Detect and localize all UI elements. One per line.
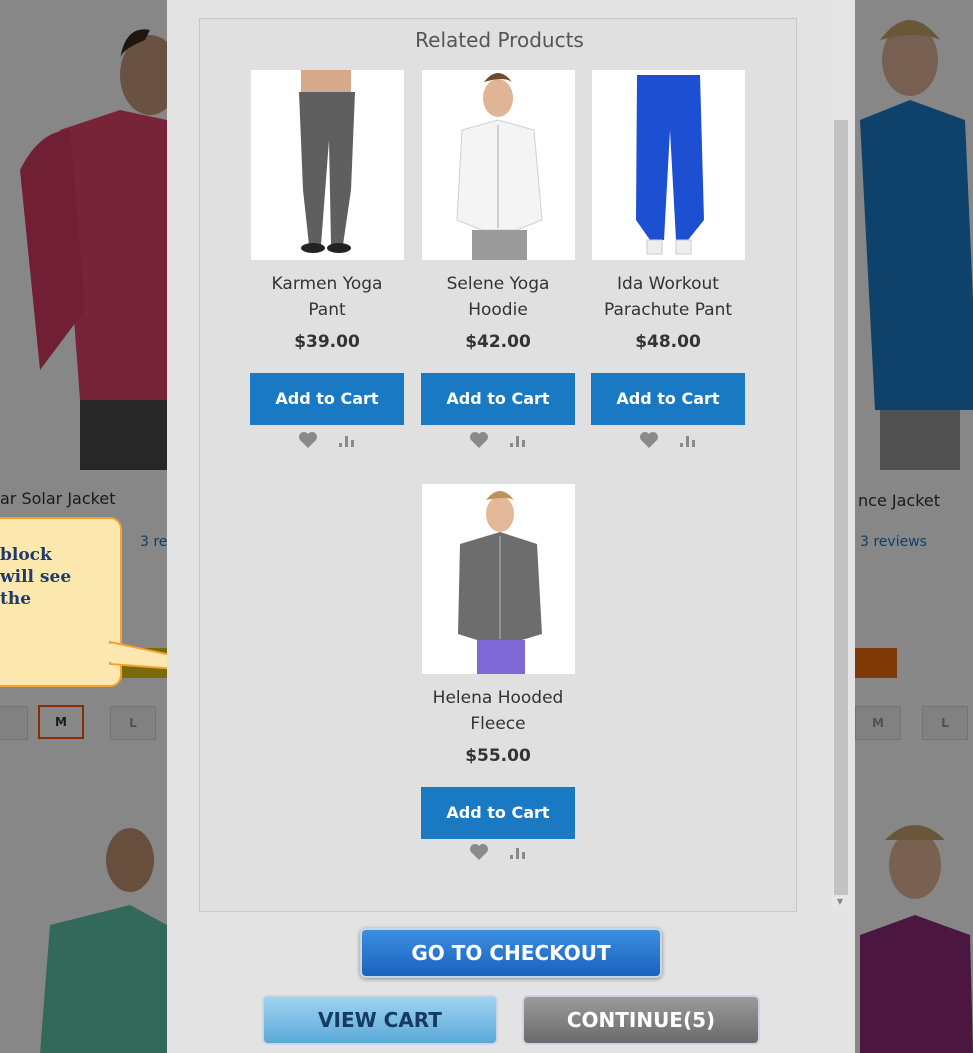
product-image-selene-yoga-hoodie[interactable] <box>421 70 575 260</box>
product-actions <box>421 841 575 863</box>
continue-button[interactable]: CONTINUE(5) <box>522 995 760 1045</box>
add-to-cart-button[interactable]: Add to Cart <box>421 787 575 839</box>
wishlist-heart-icon[interactable] <box>469 843 489 861</box>
product-name-line[interactable]: Selene Yoga <box>421 271 575 297</box>
product-name[interactable]: Karmen Yoga Pant <box>250 271 404 323</box>
wishlist-heart-icon[interactable] <box>469 431 489 449</box>
wishlist-heart-icon[interactable] <box>639 431 659 449</box>
product-price: $55.00 <box>465 746 531 766</box>
callout-text: block will see the <box>0 544 125 610</box>
product-image-helena-hooded-fleece[interactable] <box>421 484 575 674</box>
add-to-cart-popup: ▼ Related Products Karmen Yoga Pant $39.… <box>167 0 855 1053</box>
related-products-title: Related Products <box>415 28 584 52</box>
product-actions <box>250 429 404 451</box>
view-cart-button[interactable]: VIEW CART <box>262 995 498 1045</box>
related-product-card: Karmen Yoga Pant $39.00 Add to Cart <box>250 70 404 451</box>
compare-icon[interactable] <box>338 432 356 448</box>
product-price: $48.00 <box>635 332 701 352</box>
product-image-karmen-yoga-pant[interactable] <box>250 70 404 260</box>
product-name[interactable]: Helena Hooded Fleece <box>421 685 575 737</box>
product-price: $39.00 <box>294 332 360 352</box>
callout-line-1: block <box>0 545 52 565</box>
product-actions <box>591 429 745 451</box>
scrollbar-thumb[interactable] <box>834 120 848 895</box>
product-name-line[interactable]: Helena Hooded <box>421 685 575 711</box>
related-product-card: Helena Hooded Fleece $55.00 Add to Cart <box>421 484 575 863</box>
product-name-line[interactable]: Karmen Yoga <box>250 271 404 297</box>
callout-line-2: will see <box>0 567 72 587</box>
product-name-line[interactable]: Ida Workout <box>591 271 745 297</box>
add-to-cart-button[interactable]: Add to Cart <box>591 373 745 425</box>
related-product-card: Selene Yoga Hoodie $42.00 Add to Cart <box>421 70 575 451</box>
product-name[interactable]: Ida Workout Parachute Pant <box>591 271 745 323</box>
product-name-line[interactable]: Fleece <box>421 711 575 737</box>
product-name-line[interactable]: Parachute Pant <box>591 297 745 323</box>
go-to-checkout-button[interactable]: GO TO CHECKOUT <box>360 928 662 978</box>
product-image-ida-workout-parachute-pant[interactable] <box>591 70 745 260</box>
scroll-down-arrow-icon[interactable]: ▼ <box>835 897 845 909</box>
product-price: $42.00 <box>465 332 531 352</box>
compare-icon[interactable] <box>679 432 697 448</box>
add-to-cart-button[interactable]: Add to Cart <box>421 373 575 425</box>
callout-line-3: the <box>0 589 32 609</box>
product-name-line[interactable]: Pant <box>250 297 404 323</box>
add-to-cart-button[interactable]: Add to Cart <box>250 373 404 425</box>
wishlist-heart-icon[interactable] <box>298 431 318 449</box>
product-name-line[interactable]: Hoodie <box>421 297 575 323</box>
product-name[interactable]: Selene Yoga Hoodie <box>421 271 575 323</box>
compare-icon[interactable] <box>509 844 527 860</box>
product-actions <box>421 429 575 451</box>
compare-icon[interactable] <box>509 432 527 448</box>
related-product-card: Ida Workout Parachute Pant $48.00 Add to… <box>591 70 745 451</box>
